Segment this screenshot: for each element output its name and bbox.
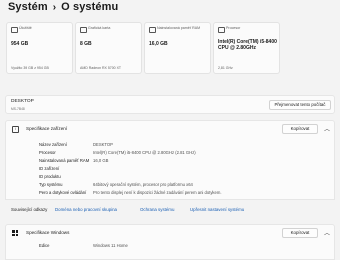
cpu-label: Procesor: [226, 26, 241, 30]
gpu-label: Grafická karta: [88, 26, 111, 30]
storage-card[interactable]: Úložiště 954 GB Využito 39 GB z 954 GB: [6, 22, 73, 74]
copy-windows-specs-button[interactable]: Kopírovat: [282, 228, 318, 238]
device-name-row: DESKTOP MS-7B48 Přejmenovat tento počíta…: [5, 95, 335, 114]
system-protection-link[interactable]: Ochrana systému: [140, 207, 174, 212]
related-links-label: Související odkazy: [11, 207, 48, 212]
device-specs-header[interactable]: i Specifikace zařízení Kopírovat ︿: [5, 120, 335, 137]
chevron-right-icon: ›: [52, 2, 57, 13]
device-specs-body: Název zařízení DESKTOP Procesor Intel(R) C…: [5, 136, 335, 200]
cpu-sub: 2,81 GHz: [218, 66, 233, 70]
advanced-system-settings-link[interactable]: Upřesnit nastavení systému: [190, 207, 244, 212]
gpu-sub: AMD Radeon RX 5700 XT: [80, 66, 122, 70]
storage-value: 954 GB: [11, 41, 29, 47]
storage-icon: [11, 27, 18, 33]
related-links: Související odkazy Doména nebo pracovní …: [5, 203, 335, 217]
windows-specs-title: Specifikace Windows: [26, 230, 70, 235]
page-title: O systému: [61, 1, 119, 13]
info-icon: i: [12, 126, 19, 133]
windows-logo-icon: [12, 230, 18, 236]
windows-specs-header[interactable]: Specifikace Windows Kopírovat ︿: [5, 224, 335, 241]
copy-device-specs-button[interactable]: Kopírovat: [282, 124, 318, 134]
device-specs-title: Specifikace zařízení: [26, 126, 68, 131]
gpu-value: 8 GB: [80, 41, 92, 47]
breadcrumb-parent[interactable]: Systém: [8, 1, 48, 13]
cpu-card[interactable]: Procesor Intel(R) Core(TM) i5-8400 CPU @…: [213, 22, 280, 74]
breadcrumb: Systém › O systému: [8, 1, 118, 13]
chevron-up-icon[interactable]: ︿: [324, 124, 330, 133]
gpu-card[interactable]: Grafická karta 8 GB AMD Radeon RX 5700 X…: [75, 22, 142, 74]
device-name: DESKTOP: [11, 99, 34, 104]
rename-pc-button[interactable]: Přejmenovat tento počítač: [269, 100, 331, 110]
ram-card[interactable]: Nainstalovaná paměť RAM 16,0 GB: [144, 22, 211, 74]
domain-workgroup-link[interactable]: Doména nebo pracovní skupina: [55, 207, 117, 212]
gpu-icon: [80, 27, 87, 33]
windows-specs-body: Edice Windows 11 Home: [5, 240, 335, 260]
chevron-up-icon[interactable]: ︿: [324, 228, 330, 237]
device-model: MS-7B48: [11, 107, 25, 111]
storage-label: Úložiště: [19, 26, 32, 30]
ram-icon: [149, 27, 156, 33]
ram-label: Nainstalovaná paměť RAM: [157, 26, 201, 30]
cpu-icon: [218, 27, 225, 33]
ram-value: 16,0 GB: [149, 41, 168, 47]
storage-sub: Využito 39 GB z 954 GB: [11, 66, 49, 70]
cpu-value: Intel(R) Core(TM) i5-8400 CPU @ 2.80GHz: [218, 39, 277, 52]
